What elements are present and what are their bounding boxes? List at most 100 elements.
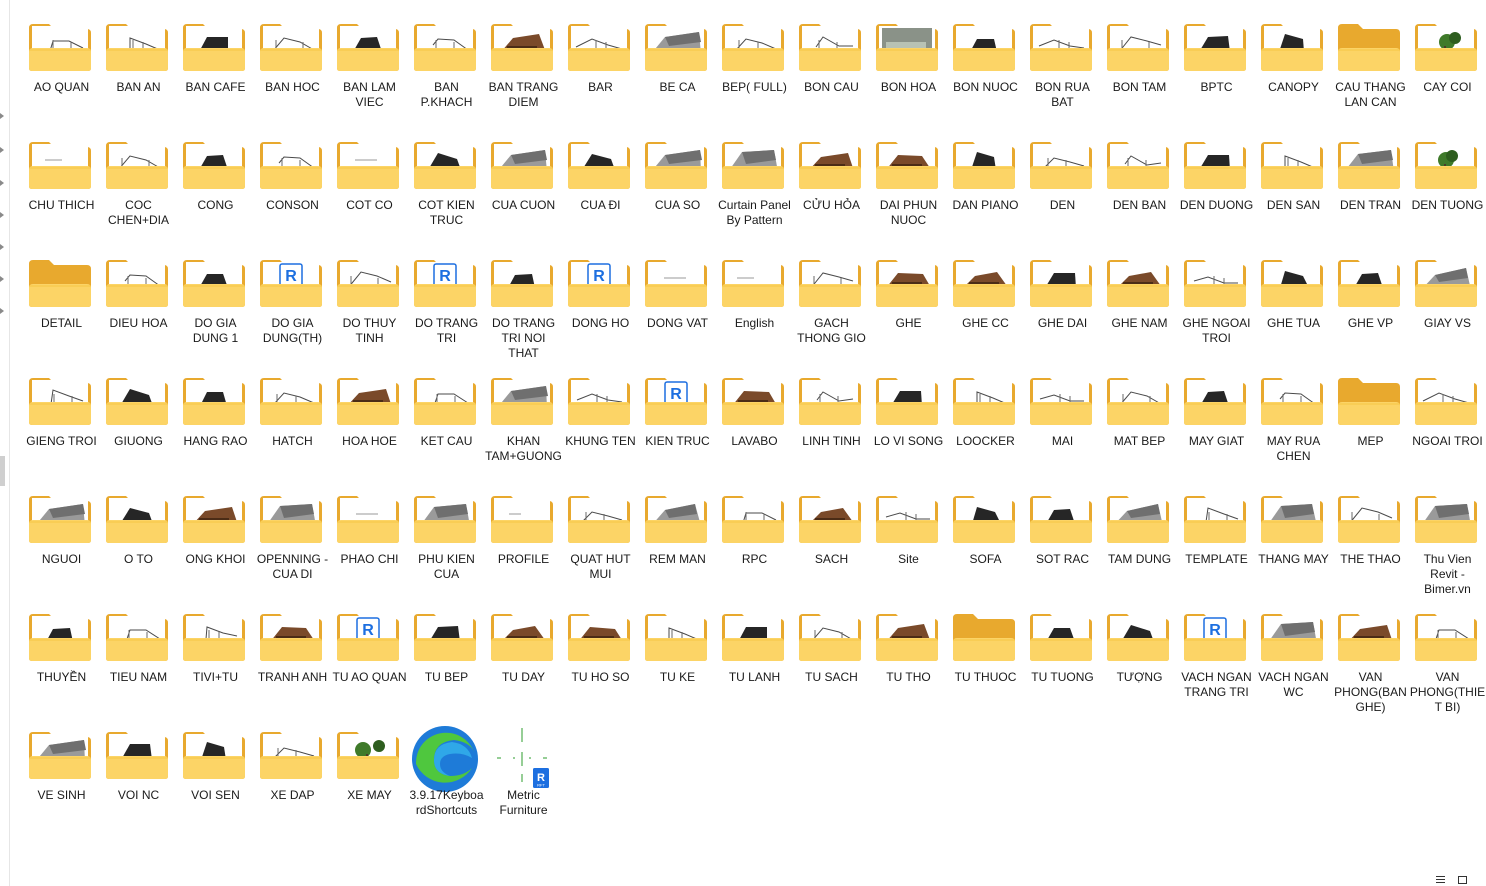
folder-item[interactable]: GHE VP bbox=[1332, 250, 1409, 368]
folder-item[interactable]: DAN PIANO bbox=[947, 132, 1024, 250]
folder-item[interactable]: LO VI SONG bbox=[870, 368, 947, 486]
folder-item[interactable]: COT CO bbox=[331, 132, 408, 250]
folder-item[interactable]: TU TUONG bbox=[1024, 604, 1101, 722]
folder-item[interactable]: BAR bbox=[562, 14, 639, 132]
folder-item[interactable]: PROFILE bbox=[485, 486, 562, 604]
folder-item[interactable]: GIUONG bbox=[100, 368, 177, 486]
folder-item[interactable]: GIENG TROI bbox=[23, 368, 100, 486]
file-item[interactable]: R RFT Metric Furniture bbox=[485, 722, 562, 840]
folder-item[interactable]: DEN SAN bbox=[1255, 132, 1332, 250]
folder-item[interactable]: Site bbox=[870, 486, 947, 604]
folder-item[interactable]: QUAT HUT MUI bbox=[562, 486, 639, 604]
folder-item[interactable]: MAY RUA CHEN bbox=[1255, 368, 1332, 486]
folder-item[interactable]: R DO TRANG TRI bbox=[408, 250, 485, 368]
folder-item[interactable]: HOA HOE bbox=[331, 368, 408, 486]
folder-item[interactable]: GHE bbox=[870, 250, 947, 368]
folder-item[interactable]: R KIEN TRUC bbox=[639, 368, 716, 486]
folder-item[interactable]: GHE DAI bbox=[1024, 250, 1101, 368]
folder-item[interactable]: TU BEP bbox=[408, 604, 485, 722]
folder-item[interactable]: DONG VAT bbox=[639, 250, 716, 368]
folder-item[interactable]: COT KIEN TRUC bbox=[408, 132, 485, 250]
folder-item[interactable]: SOT RAC bbox=[1024, 486, 1101, 604]
folder-item[interactable]: BAN TRANG DIEM bbox=[485, 14, 562, 132]
folder-item[interactable]: CONG bbox=[177, 132, 254, 250]
folder-item[interactable]: BON NUOC bbox=[947, 14, 1024, 132]
folder-item[interactable]: THANG MAY bbox=[1255, 486, 1332, 604]
folder-item[interactable]: MAY GIAT bbox=[1178, 368, 1255, 486]
folder-item[interactable]: CANOPY bbox=[1255, 14, 1332, 132]
file-item[interactable]: 3.9.17KeyboardShortcuts bbox=[408, 722, 485, 840]
folder-item[interactable]: CONSON bbox=[254, 132, 331, 250]
folder-item[interactable]: DO TRANG TRI NOI THAT bbox=[485, 250, 562, 368]
folder-item[interactable]: DETAIL bbox=[23, 250, 100, 368]
folder-item[interactable]: GIAY VS bbox=[1409, 250, 1486, 368]
folder-item[interactable]: VAN PHONG(THIET BI) bbox=[1409, 604, 1486, 722]
folder-item[interactable]: O TO bbox=[100, 486, 177, 604]
folder-item[interactable]: TU SACH bbox=[793, 604, 870, 722]
folder-item[interactable]: BAN AN bbox=[100, 14, 177, 132]
expand-chevron-icon[interactable] bbox=[0, 308, 4, 314]
folder-item[interactable]: HATCH bbox=[254, 368, 331, 486]
folder-item[interactable]: THE THAO bbox=[1332, 486, 1409, 604]
folder-item[interactable]: GACH THONG GIO bbox=[793, 250, 870, 368]
folder-item[interactable]: DIEU HOA bbox=[100, 250, 177, 368]
folder-item[interactable]: GHE NGOAI TROI bbox=[1178, 250, 1255, 368]
folder-item[interactable]: VOI SEN bbox=[177, 722, 254, 840]
folder-item[interactable]: R VACH NGAN TRANG TRI bbox=[1178, 604, 1255, 722]
folder-item[interactable]: DAI PHUN NUOC bbox=[870, 132, 947, 250]
folder-item[interactable]: Thu Vien Revit - Bimer.vn bbox=[1409, 486, 1486, 604]
folder-item[interactable]: DEN TUONG bbox=[1409, 132, 1486, 250]
folder-item[interactable]: LINH TINH bbox=[793, 368, 870, 486]
folder-item[interactable]: THUYỀN bbox=[23, 604, 100, 722]
navigation-scrollbar-thumb[interactable] bbox=[0, 456, 5, 486]
expand-chevron-icon[interactable] bbox=[0, 180, 4, 186]
folder-item[interactable]: BAN HOC bbox=[254, 14, 331, 132]
folder-item[interactable]: CHU THICH bbox=[23, 132, 100, 250]
folder-item[interactable]: OPENNING -CUA DI bbox=[254, 486, 331, 604]
folder-item[interactable]: TU THO bbox=[870, 604, 947, 722]
folder-item[interactable]: LAVABO bbox=[716, 368, 793, 486]
folder-item[interactable]: HANG RAO bbox=[177, 368, 254, 486]
folder-item[interactable]: DEN BAN bbox=[1101, 132, 1178, 250]
folder-item[interactable]: TU THUOC bbox=[947, 604, 1024, 722]
folder-item[interactable]: BE CA bbox=[639, 14, 716, 132]
folder-item[interactable]: VACH NGAN WC bbox=[1255, 604, 1332, 722]
folder-item[interactable]: BON TAM bbox=[1101, 14, 1178, 132]
folder-item[interactable]: PHAO CHI bbox=[331, 486, 408, 604]
folder-item[interactable]: BON RUA BAT bbox=[1024, 14, 1101, 132]
expand-chevron-icon[interactable] bbox=[0, 276, 4, 282]
folder-item[interactable]: ONG KHOI bbox=[177, 486, 254, 604]
folder-item[interactable]: DEN DUONG bbox=[1178, 132, 1255, 250]
folder-item[interactable]: REM MAN bbox=[639, 486, 716, 604]
folder-item[interactable]: GHE TUA bbox=[1255, 250, 1332, 368]
folder-item[interactable]: CUA SO bbox=[639, 132, 716, 250]
folder-item[interactable]: COC CHEN+DIA bbox=[100, 132, 177, 250]
folder-item[interactable]: CỬU HỎA bbox=[793, 132, 870, 250]
folder-item[interactable]: VOI NC bbox=[100, 722, 177, 840]
folder-item[interactable]: KHUNG TEN bbox=[562, 368, 639, 486]
folder-item[interactable]: R TU AO QUAN bbox=[331, 604, 408, 722]
folder-item[interactable]: TƯỢNG bbox=[1101, 604, 1178, 722]
folder-item[interactable]: DEN TRAN bbox=[1332, 132, 1409, 250]
folder-item[interactable]: TU HO SO bbox=[562, 604, 639, 722]
folder-item[interactable]: CAU THANG LAN CAN bbox=[1332, 14, 1409, 132]
folder-item[interactable]: LOOCKER bbox=[947, 368, 1024, 486]
details-view-button[interactable] bbox=[1436, 876, 1445, 884]
folder-item[interactable]: R DO GIA DUNG(TH) bbox=[254, 250, 331, 368]
folder-item[interactable]: PHU KIEN CUA bbox=[408, 486, 485, 604]
folder-item[interactable]: TU LANH bbox=[716, 604, 793, 722]
folder-item[interactable]: GHE NAM bbox=[1101, 250, 1178, 368]
folder-item[interactable]: TAM DUNG bbox=[1101, 486, 1178, 604]
folder-item[interactable]: MAI bbox=[1024, 368, 1101, 486]
folder-item[interactable]: BEP( FULL) bbox=[716, 14, 793, 132]
folder-item[interactable]: DO THUY TINH bbox=[331, 250, 408, 368]
folder-item[interactable]: TU KE bbox=[639, 604, 716, 722]
folder-item[interactable]: TIVI+TU bbox=[177, 604, 254, 722]
folder-item[interactable]: BON CAU bbox=[793, 14, 870, 132]
folder-item[interactable]: MEP bbox=[1332, 368, 1409, 486]
folder-item[interactable]: BAN P.KHACH bbox=[408, 14, 485, 132]
folder-item[interactable]: English bbox=[716, 250, 793, 368]
folder-item[interactable]: VE SINH bbox=[23, 722, 100, 840]
folder-item[interactable]: BAN LAM VIEC bbox=[331, 14, 408, 132]
folder-item[interactable]: KET CAU bbox=[408, 368, 485, 486]
